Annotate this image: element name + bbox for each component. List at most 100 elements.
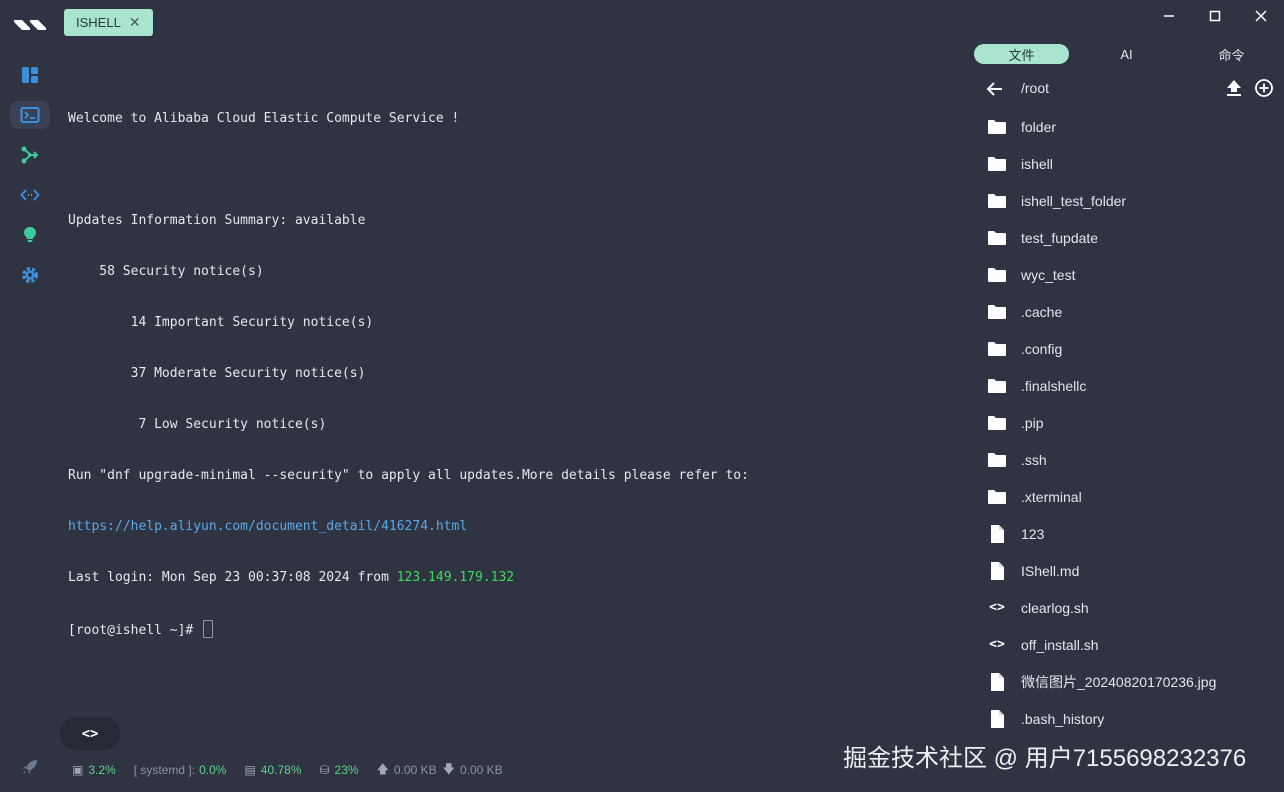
sidebar [0,0,60,792]
file-name: off_install.sh [1021,636,1099,653]
path-bar: /root [984,78,1276,100]
file-name: ishell_test_folder [1021,192,1127,209]
folder-icon [986,376,1008,396]
terminal-line: Updates Information Summary: available [68,213,366,228]
memory-icon: ▤ [244,763,256,777]
nav-ideas[interactable] [10,221,50,249]
nav-terminal[interactable] [10,101,50,129]
file-list-item[interactable]: ishell [984,145,1274,182]
nav-code[interactable] [10,181,50,209]
terminal-line: Welcome to Alibaba Cloud Elastic Compute… [68,111,460,126]
download-arrow-icon: 🡇 [442,761,455,776]
file-list-item[interactable]: ishell_test_folder [984,182,1274,219]
folder-icon [986,228,1008,248]
terminal-line-last-login: Last login: Mon Sep 23 00:37:08 2024 fro… [68,569,948,586]
terminal-link[interactable]: https://help.aliyun.com/document_detail/… [68,518,948,535]
process-value: 0.0% [199,763,227,777]
file-list-item[interactable]: .xterminal [984,478,1274,515]
file-name: .cache [1021,303,1063,320]
upload-icon[interactable] [1226,79,1242,97]
cpu-icon: ▣ [72,763,84,777]
file-list-item[interactable]: wyc_test [984,256,1274,293]
file-icon [986,561,1008,581]
file-list: folder ishell ishell_test_folder test_fupda… [984,108,1274,737]
file-list-item[interactable]: .config [984,330,1274,367]
terminal-line: 58 Security notice(s) [68,264,264,279]
code-arrows-icon [20,189,40,201]
close-window-button[interactable] [1251,6,1271,26]
terminal-line: 7 Low Security notice(s) [68,417,327,432]
file-name: folder [1021,118,1057,135]
file-name: .config [1021,340,1063,357]
tab-ai[interactable]: AI [1079,44,1174,64]
download-value: 0.00 KB [459,763,503,777]
nav-settings[interactable] [10,261,50,289]
file-icon [986,672,1008,692]
folder-icon [986,265,1008,285]
file-icon [986,709,1008,729]
cpu-status: ▣ 3.2% [72,763,116,777]
panel-tabs: 文件 AI 命令 [974,44,1274,64]
file-name: clearlog.sh [1021,599,1089,616]
file-icon [986,524,1008,544]
file-name: IShell.md [1021,562,1080,579]
file-list-item[interactable]: .pip [984,404,1274,441]
folder-icon [986,450,1008,470]
cpu-value: 3.2% [88,763,116,777]
network-status: 🡅 0.00 KB 🡇 0.00 KB [377,760,503,781]
maximize-button[interactable] [1205,6,1225,26]
terminal-prompt-line[interactable]: [root@ishell ~]# [68,620,948,638]
file-name: ishell [1021,155,1053,172]
current-path: /root [1021,80,1050,96]
nav-tunnel[interactable] [10,141,50,169]
disk-value: 23% [334,763,359,777]
terminal-line: 37 Moderate Security notice(s) [68,366,366,381]
file-name: .finalshellc [1021,377,1087,394]
terminal-cursor [203,620,214,638]
last-login-text: Last login: Mon Sep 23 00:37:08 2024 fro… [68,570,397,585]
terminal-line: Run "dnf upgrade-minimal --security" to … [68,468,749,483]
login-ip: 123.149.179.132 [396,570,515,585]
file-list-item[interactable]: .bash_history [984,700,1274,737]
upload-arrow-icon: 🡅 [376,761,389,776]
process-label: [ systemd ]: [133,763,196,777]
disk-icon: ⛁ [319,763,330,777]
session-tab-title: ISHELL [76,15,121,30]
folder-icon [986,117,1008,137]
file-list-item[interactable]: 123 [984,515,1274,552]
tab-files[interactable]: 文件 [974,44,1069,64]
terminal-line: 14 Important Security notice(s) [68,315,374,330]
memory-status: ▤ 40.78% [244,763,301,777]
terminal-icon [20,107,40,123]
nav-dashboard[interactable] [10,61,50,89]
folder-icon [986,339,1008,359]
minimize-button[interactable] [1159,6,1179,26]
file-list-item[interactable]: .ssh [984,441,1274,478]
file-list-item[interactable]: .cache [984,293,1274,330]
status-bar: ▣ 3.2% [ systemd ]: 0.0% ▤ 40.78% ⛁ 23% … [72,762,521,778]
close-icon[interactable]: ✕ [129,14,141,31]
file-list-item[interactable]: <> clearlog.sh [984,589,1274,626]
file-list-item[interactable]: 微信图片_20240820170236.jpg [984,663,1274,700]
file-list-item[interactable]: folder [984,108,1274,145]
file-name: .xterminal [1021,488,1082,505]
file-list-item[interactable]: <> off_install.sh [984,626,1274,663]
watermark: 掘金技术社区 @ 用户7155698232376 [843,745,1247,772]
file-list-item[interactable]: IShell.md [984,552,1274,589]
file-list-item[interactable]: .finalshellc [984,367,1274,404]
code-toggle-button[interactable]: <> [60,717,120,750]
file-name: .pip [1021,414,1044,431]
back-arrow-icon[interactable] [986,80,1004,98]
session-tab[interactable]: ISHELL ✕ [64,9,153,36]
rocket-icon[interactable] [20,757,40,777]
file-list-item[interactable]: test_fupdate [984,219,1274,256]
add-circle-icon[interactable] [1254,78,1274,98]
tab-commands[interactable]: 命令 [1184,44,1279,64]
terminal-output[interactable]: Welcome to Alibaba Cloud Elastic Compute… [68,76,948,654]
folder-icon [986,302,1008,322]
gear-icon [22,267,38,283]
folder-icon [986,413,1008,433]
dashboard-icon [22,67,38,83]
file-name: .ssh [1021,451,1047,468]
